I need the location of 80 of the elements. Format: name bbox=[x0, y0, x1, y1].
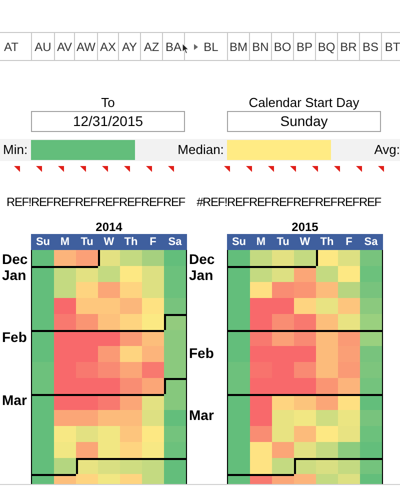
month-label: Jan bbox=[189, 266, 214, 283]
weekday-label: Th bbox=[319, 235, 335, 250]
year-title: 2014 bbox=[96, 220, 122, 234]
column-header[interactable]: AT bbox=[0, 33, 32, 60]
error-value: REF bbox=[337, 194, 359, 210]
error-value: REF bbox=[97, 194, 119, 210]
weekday-label: Sa bbox=[167, 235, 183, 250]
comment-marker-icon bbox=[356, 166, 362, 172]
column-header[interactable]: AU bbox=[32, 33, 55, 60]
weekday-label: W bbox=[102, 235, 116, 250]
legend-label: Min: bbox=[2, 141, 29, 160]
comment-marker-icon bbox=[102, 166, 108, 172]
error-value: REF bbox=[227, 194, 249, 210]
year-title: 2015 bbox=[292, 220, 318, 234]
weekday-label: Su bbox=[34, 235, 52, 250]
comment-marker-icon bbox=[14, 166, 20, 172]
weekday-label: Sa bbox=[363, 235, 379, 250]
comment-marker-icon bbox=[290, 166, 296, 172]
error-value: REF bbox=[315, 194, 337, 210]
weekday-label: F bbox=[344, 235, 354, 250]
error-value: REF! bbox=[6, 194, 31, 210]
error-value: #REF! bbox=[196, 194, 227, 210]
column-header[interactable]: BQ bbox=[316, 33, 338, 60]
column-header[interactable]: AV bbox=[55, 33, 75, 60]
column-header[interactable]: BM bbox=[228, 33, 250, 60]
month-label: Mar bbox=[189, 407, 214, 424]
weekday-label: Th bbox=[123, 235, 139, 250]
month-label: Dec bbox=[2, 251, 28, 268]
column-header[interactable]: BL bbox=[185, 33, 228, 60]
column-header[interactable]: BO bbox=[272, 33, 294, 60]
field-label: To bbox=[101, 95, 115, 111]
date-field[interactable]: 12/31/2015 bbox=[31, 111, 185, 132]
comment-marker-icon bbox=[224, 166, 230, 172]
comment-marker-icon bbox=[378, 166, 384, 172]
comment-marker-icon bbox=[312, 166, 318, 172]
weekday-label: Tu bbox=[80, 235, 94, 250]
comment-marker-icon bbox=[146, 166, 152, 172]
comment-marker-icon bbox=[80, 166, 86, 172]
error-value: REF bbox=[31, 194, 53, 210]
error-value: REF bbox=[163, 194, 185, 210]
error-value: REF bbox=[271, 194, 293, 210]
error-value: REF bbox=[75, 194, 97, 210]
column-header[interactable]: BP bbox=[294, 33, 316, 60]
legend-label: Median: bbox=[176, 141, 225, 160]
comment-marker-icon bbox=[36, 166, 42, 172]
column-header[interactable]: BN bbox=[250, 33, 272, 60]
month-label: Feb bbox=[2, 329, 27, 346]
comment-marker-icon bbox=[246, 166, 252, 172]
error-value: REF bbox=[53, 194, 75, 210]
error-value: REF bbox=[141, 194, 163, 210]
error-value: REF bbox=[359, 194, 381, 210]
field-label: Calendar Start Day bbox=[248, 95, 360, 111]
column-header[interactable]: BT bbox=[382, 33, 400, 60]
weekday-label: W bbox=[298, 235, 312, 250]
column-header[interactable]: AX bbox=[98, 33, 119, 60]
error-value: REF bbox=[293, 194, 315, 210]
column-header[interactable]: AW bbox=[75, 33, 98, 60]
weekday-label: Su bbox=[230, 235, 248, 250]
comment-marker-icon bbox=[168, 166, 174, 172]
month-label: Jan bbox=[2, 266, 26, 283]
comment-marker-icon bbox=[58, 166, 64, 172]
column-header[interactable]: BA bbox=[163, 33, 185, 60]
weekday-label: M bbox=[255, 235, 267, 250]
weekday-label: Tu bbox=[276, 235, 290, 250]
comment-marker-icon bbox=[268, 166, 274, 172]
column-header[interactable]: BR bbox=[338, 33, 360, 60]
weekday-label: F bbox=[148, 235, 158, 250]
column-header[interactable]: BS bbox=[360, 33, 382, 60]
weekday-label: M bbox=[59, 235, 71, 250]
legend-label: Avg: bbox=[373, 141, 400, 160]
comment-marker-icon bbox=[124, 166, 130, 172]
month-label: Dec bbox=[189, 251, 215, 268]
start-day-field[interactable]: Sunday bbox=[227, 111, 381, 132]
month-label: Mar bbox=[2, 392, 27, 408]
column-header[interactable]: AY bbox=[119, 33, 141, 60]
error-value: REF bbox=[119, 194, 141, 210]
month-label: Feb bbox=[189, 344, 214, 361]
error-value: REF bbox=[249, 194, 271, 210]
column-header[interactable]: AZ bbox=[141, 33, 163, 60]
comment-marker-icon bbox=[334, 166, 340, 172]
